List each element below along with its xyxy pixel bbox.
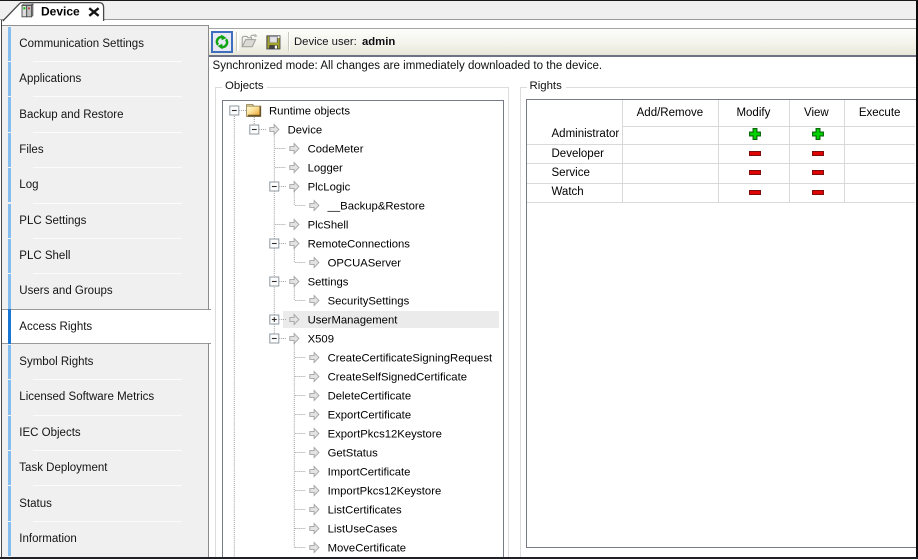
svg-text:SecuritySettings: SecuritySettings [328,296,410,308]
svg-text:Runtime objects: Runtime objects [269,106,350,118]
svg-text:CodeMeter: CodeMeter [308,144,364,156]
svg-text:ImportCertificate: ImportCertificate [328,467,411,479]
svg-text:Settings: Settings [308,277,349,289]
svg-text:GetStatus: GetStatus [328,448,379,460]
svg-text:Device: Device [41,5,80,19]
svg-text:PlcShell: PlcShell [308,220,349,232]
svg-text:CreateCertificateSigningReques: CreateCertificateSigningRequest [328,353,493,365]
svg-text:X509: X509 [308,334,334,346]
svg-text:UserManagement: UserManagement [308,315,399,327]
svg-text:ImportPkcs12Keystore: ImportPkcs12Keystore [328,486,442,498]
svg-text:Device: Device [288,125,323,137]
svg-text:PlcLogic: PlcLogic [308,182,351,194]
svg-text:ExportPkcs12Keystore: ExportPkcs12Keystore [328,429,442,441]
svg-text:ExportCertificate: ExportCertificate [328,410,412,422]
svg-text:ListCertificates: ListCertificates [328,505,402,517]
svg-text:MoveCertificate: MoveCertificate [328,543,406,555]
svg-text:OPCUAServer: OPCUAServer [328,258,402,270]
svg-text:DeleteCertificate: DeleteCertificate [328,391,412,403]
svg-text:Logger: Logger [308,163,343,175]
svg-text:CreateSelfSignedCertificate: CreateSelfSignedCertificate [328,372,467,384]
svg-text:RemoteConnections: RemoteConnections [308,239,411,251]
svg-text:ListUseCases: ListUseCases [328,524,398,536]
svg-text:__Backup&Restore: __Backup&Restore [327,201,425,213]
